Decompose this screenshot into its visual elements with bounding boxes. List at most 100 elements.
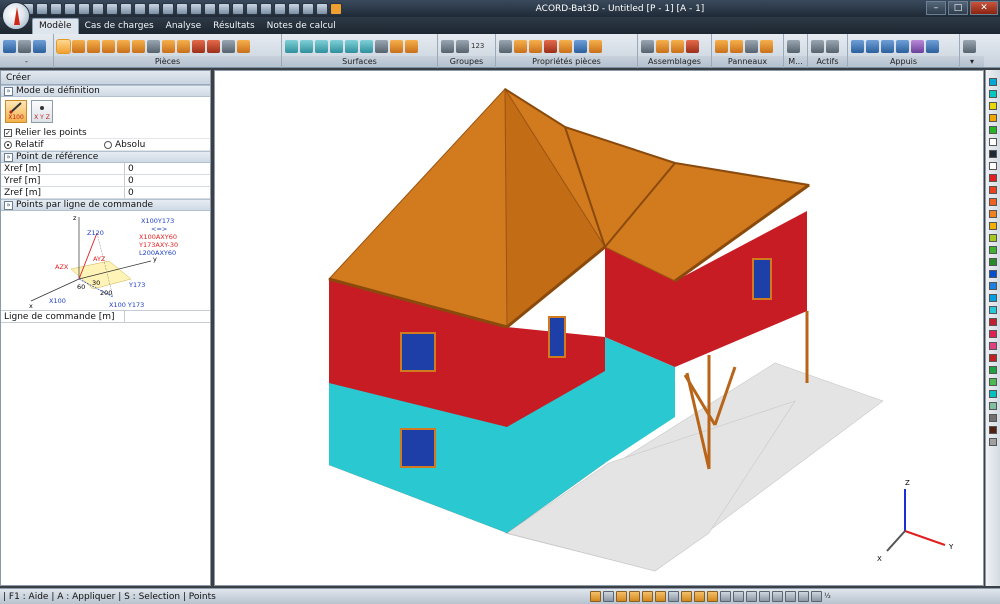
support-roller-icon[interactable] <box>896 40 909 53</box>
surface-load-icon[interactable] <box>390 40 403 53</box>
collapse-icon[interactable]: » <box>4 152 13 162</box>
snap-mid-icon[interactable] <box>629 591 640 602</box>
section-point-reference[interactable]: » Point de référence <box>1 151 210 163</box>
redo-icon[interactable] <box>120 2 132 15</box>
absolu-option[interactable]: Absolu <box>104 139 145 151</box>
assembly-edit-icon[interactable] <box>671 40 684 53</box>
ungroup-icon[interactable] <box>456 40 469 53</box>
select-window-icon[interactable] <box>330 2 342 15</box>
color-swatch[interactable] <box>989 294 997 302</box>
save-icon[interactable] <box>50 2 62 15</box>
app-logo-icon[interactable] <box>2 2 30 30</box>
absolu-radio[interactable] <box>104 140 112 149</box>
snap-grid-icon[interactable] <box>590 591 601 602</box>
open-file-icon[interactable] <box>36 2 48 15</box>
surface-copy-icon[interactable] <box>345 40 358 53</box>
color-swatch[interactable] <box>989 378 997 386</box>
pencil-icon[interactable] <box>681 591 692 602</box>
grid-icon[interactable] <box>18 40 31 53</box>
divide-icon[interactable] <box>147 40 160 53</box>
ortho-icon[interactable] <box>668 591 679 602</box>
relatif-radio[interactable] <box>4 140 12 149</box>
relier-points-checkbox[interactable]: ✓ <box>4 128 12 137</box>
3d-viewport[interactable]: Z Y X <box>214 70 984 586</box>
relatif-option[interactable]: Relatif <box>4 139 104 151</box>
service-class-icon[interactable] <box>589 40 602 53</box>
surface-poly-icon[interactable] <box>315 40 328 53</box>
support-edit-icon[interactable] <box>926 40 939 53</box>
undo-icon[interactable] <box>106 2 118 15</box>
panel-floor-icon[interactable] <box>745 40 758 53</box>
help-icon[interactable] <box>963 40 976 53</box>
color-swatch[interactable] <box>989 222 997 230</box>
color-swatch[interactable] <box>989 138 997 146</box>
grid-icon[interactable] <box>603 591 614 602</box>
view-3d-icon[interactable] <box>218 2 230 15</box>
tab-analyse[interactable]: Analyse <box>160 19 207 34</box>
color-swatch[interactable] <box>989 438 997 446</box>
print-icon[interactable] <box>78 2 90 15</box>
zoom-in-icon[interactable] <box>232 2 244 15</box>
surface-edit-icon[interactable] <box>375 40 388 53</box>
close-button[interactable]: ✕ <box>970 1 998 15</box>
relier-points-row[interactable]: ✓ Relier les points <box>1 127 210 139</box>
properties-icon[interactable] <box>499 40 512 53</box>
yref-input[interactable]: 0 <box>125 175 134 186</box>
color-swatch[interactable] <box>989 318 997 326</box>
create-piece-icon[interactable] <box>56 39 71 54</box>
active-icon[interactable] <box>811 40 824 53</box>
surface-roof-icon[interactable] <box>330 40 343 53</box>
sun-icon[interactable] <box>148 2 160 15</box>
surface-rect-icon[interactable] <box>300 40 313 53</box>
view-side-icon[interactable] <box>190 2 202 15</box>
layout-2-icon[interactable] <box>798 591 809 602</box>
trim-icon[interactable] <box>177 40 190 53</box>
color-swatch[interactable] <box>989 174 997 182</box>
group-icon[interactable] <box>441 40 454 53</box>
color-swatch[interactable] <box>989 342 997 350</box>
light-icon[interactable] <box>134 2 146 15</box>
surface-split-icon[interactable] <box>360 40 373 53</box>
settings-icon[interactable] <box>92 2 104 15</box>
section-icon[interactable] <box>514 40 527 53</box>
color-swatch[interactable] <box>989 162 997 170</box>
mass-icon[interactable] <box>787 40 800 53</box>
assembly-auto-icon[interactable] <box>656 40 669 53</box>
color-swatch[interactable] <box>989 330 997 338</box>
surface-icon[interactable] <box>285 40 298 53</box>
mode-polar-button[interactable]: X100 <box>5 100 27 123</box>
assembly-delete-icon[interactable] <box>686 40 699 53</box>
truss-icon[interactable] <box>192 40 205 53</box>
numbering-button[interactable]: 123 <box>471 40 487 53</box>
extend-icon[interactable] <box>162 40 175 53</box>
frame-icon[interactable] <box>33 40 46 53</box>
tab-resultats[interactable]: Résultats <box>207 19 261 34</box>
pencil-icon[interactable] <box>132 40 145 53</box>
support-spring-icon[interactable] <box>911 40 924 53</box>
color-swatch[interactable] <box>989 114 997 122</box>
color-swatch[interactable] <box>989 426 997 434</box>
inactive-icon[interactable] <box>826 40 839 53</box>
color-swatch[interactable] <box>989 402 997 410</box>
color-swatch[interactable] <box>989 414 997 422</box>
maximize-button[interactable]: □ <box>948 1 968 15</box>
support-icon[interactable] <box>851 40 864 53</box>
assembly-icon[interactable] <box>641 40 654 53</box>
snap-perp-icon[interactable] <box>655 591 666 602</box>
color-swatch[interactable] <box>989 258 997 266</box>
snap-node-icon[interactable] <box>616 591 627 602</box>
release-icon[interactable] <box>559 40 572 53</box>
view-top-icon[interactable] <box>176 2 188 15</box>
merge-icon[interactable] <box>237 40 250 53</box>
save-as-icon[interactable] <box>64 2 76 15</box>
filter-icon[interactable] <box>759 591 770 602</box>
zoom-window-icon[interactable] <box>274 2 286 15</box>
layout-3-icon[interactable] <box>811 591 822 602</box>
minimize-button[interactable]: – <box>926 1 946 15</box>
arc-icon[interactable] <box>102 40 115 53</box>
number-nodes-icon[interactable] <box>720 591 731 602</box>
pan-icon[interactable] <box>260 2 272 15</box>
surface-opening-icon[interactable] <box>405 40 418 53</box>
view-front-icon[interactable] <box>162 2 174 15</box>
cursor-icon[interactable] <box>302 2 314 15</box>
